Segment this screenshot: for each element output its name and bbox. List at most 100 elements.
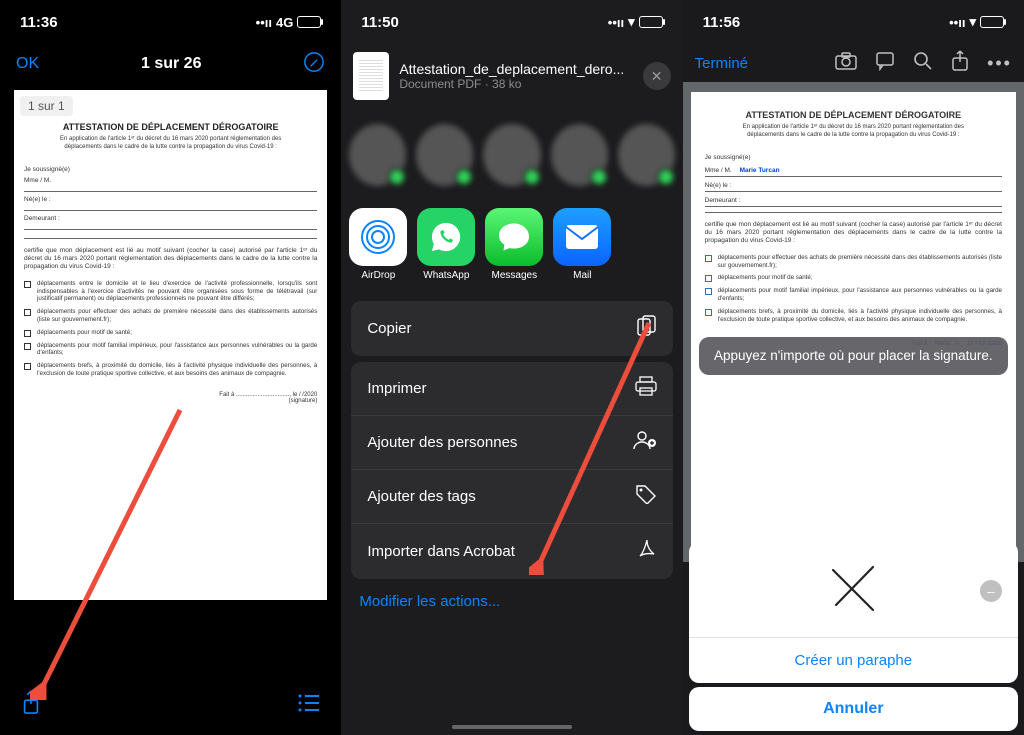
- create-paraph-button[interactable]: Créer un paraphe: [689, 638, 1018, 683]
- signal-icon: ••ıı: [949, 15, 965, 30]
- nav-bar: OK 1 sur 26: [0, 44, 341, 84]
- checkbox-row: déplacements pour effectuer des achats d…: [24, 308, 317, 324]
- apps-row: AirDrop WhatsApp Messages Mail: [341, 202, 682, 295]
- checkbox-icon: [24, 309, 31, 316]
- contact-avatar[interactable]: [551, 124, 608, 186]
- status-bar: 11:36 ••ıı 4G: [0, 0, 341, 44]
- app-messages[interactable]: Messages: [485, 208, 543, 281]
- share-header: Attestation_de_deplacement_dero... Docum…: [341, 44, 682, 108]
- field-sign: Je soussigné(e): [24, 166, 317, 173]
- app-mail[interactable]: Mail: [553, 208, 611, 281]
- checkbox-row: déplacements brefs, à proximité du domic…: [24, 362, 317, 378]
- checkbox-icon: [705, 255, 712, 262]
- checkbox-icon: [705, 288, 712, 295]
- search-icon[interactable]: [913, 51, 933, 76]
- checkbox-icon: [705, 309, 712, 316]
- field-born: Né(e) le :: [24, 196, 317, 203]
- checkbox-row: déplacements pour motif familial impérie…: [24, 342, 317, 358]
- checkbox-row[interactable]: déplacements pour effectuer des achats d…: [705, 254, 1002, 270]
- close-icon[interactable]: ✕: [643, 62, 671, 90]
- airdrop-icon: [349, 208, 407, 266]
- status-bar: 11:56 ••ıı ▾: [683, 0, 1024, 44]
- document-page[interactable]: ATTESTATION DE DÉPLACEMENT DÉROGATOIRE E…: [691, 92, 1016, 552]
- document-viewport[interactable]: ATTESTATION DE DÉPLACEMENT DÉROGATOIRE E…: [683, 82, 1024, 562]
- file-meta: Document PDF · 38 ko: [399, 77, 632, 91]
- contact-avatar[interactable]: [618, 124, 675, 186]
- doc-subtitle: En application de l'article 1ᵉʳ du décre…: [24, 136, 317, 162]
- contact-avatar[interactable]: [349, 124, 406, 186]
- signature-hint-toast: Appuyez n'importe où pour placer la sign…: [699, 337, 1008, 375]
- battery-icon: [297, 16, 321, 28]
- field-sign: Je soussigné(e): [705, 154, 1002, 161]
- checkbox-icon: [705, 275, 712, 282]
- copy-icon: [637, 315, 657, 342]
- checkbox-icon: [24, 363, 31, 370]
- checkbox-icon: [24, 281, 31, 288]
- field-name: Mme / M.: [24, 177, 317, 184]
- checkbox-row: déplacements pour motif de santé;: [24, 329, 317, 337]
- status-right: ••ıı ▾: [608, 14, 663, 30]
- checkbox-icon: [24, 330, 31, 337]
- more-icon[interactable]: •••: [987, 53, 1012, 74]
- field-addr: Demeurant :: [24, 215, 317, 222]
- action-group: Copier: [351, 301, 672, 356]
- signature-panel: – Créer un paraphe: [689, 542, 1018, 683]
- signature-preview[interactable]: –: [689, 542, 1018, 638]
- field-name: Mme / M.: [705, 167, 732, 174]
- messages-icon: [485, 208, 543, 266]
- page-badge: 1 sur 1: [20, 96, 73, 116]
- status-right: ••ıı 4G: [256, 15, 322, 30]
- action-add-tags[interactable]: Ajouter des tags: [351, 470, 672, 524]
- status-right: ••ıı ▾: [949, 14, 1004, 30]
- signature-mark: [818, 555, 888, 625]
- doc-certify: certifie que mon déplacement est lié au …: [24, 247, 317, 272]
- doc-subtitle: En application de l'article 1ᵉʳ du décre…: [705, 124, 1002, 150]
- modify-actions-link[interactable]: Modifier les actions...: [341, 579, 682, 624]
- action-add-people[interactable]: Ajouter des personnes: [351, 416, 672, 470]
- wifi-icon: ▾: [969, 14, 976, 30]
- tag-icon: [635, 484, 657, 509]
- status-time: 11:50: [361, 14, 399, 31]
- app-whatsapp[interactable]: WhatsApp: [417, 208, 475, 281]
- contact-avatar[interactable]: [416, 124, 473, 186]
- battery-icon: [980, 16, 1004, 28]
- status-time: 11:56: [703, 14, 741, 31]
- checkbox-row[interactable]: déplacements pour motif de santé;: [705, 274, 1002, 282]
- list-icon[interactable]: [297, 693, 321, 718]
- signal-icon: ••ıı: [256, 15, 272, 30]
- filled-name[interactable]: Marie Turcan: [734, 167, 780, 174]
- network-label: 4G: [276, 15, 293, 30]
- add-people-icon: [633, 430, 657, 455]
- status-time: 11:36: [20, 14, 58, 31]
- doc-footer: Fait à ................................,…: [24, 392, 317, 404]
- camera-icon[interactable]: [835, 52, 857, 75]
- document-thumbnail: [353, 52, 389, 100]
- nav-bar: Terminé •••: [683, 44, 1024, 82]
- markup-icon[interactable]: [303, 51, 325, 78]
- app-airdrop[interactable]: AirDrop: [349, 208, 407, 281]
- checkbox-row[interactable]: déplacements brefs, à proximité du domic…: [705, 308, 1002, 324]
- home-indicator[interactable]: [452, 725, 572, 729]
- cancel-button[interactable]: Annuler: [689, 687, 1018, 731]
- checkbox-row[interactable]: déplacements pour motif familial impérie…: [705, 287, 1002, 303]
- printer-icon: [635, 376, 657, 401]
- done-button[interactable]: Terminé: [695, 55, 748, 72]
- checkbox-row: déplacements entre le domicile et le lie…: [24, 280, 317, 303]
- status-bar: 11:50 ••ıı ▾: [341, 0, 682, 44]
- share-icon[interactable]: [20, 689, 42, 722]
- share-icon[interactable]: [951, 50, 969, 77]
- action-print[interactable]: Imprimer: [351, 362, 672, 416]
- contact-avatar[interactable]: [483, 124, 540, 186]
- comment-icon[interactable]: [875, 51, 895, 76]
- doc-title: ATTESTATION DE DÉPLACEMENT DÉROGATOIRE: [24, 122, 317, 132]
- doc-certify: certifie que mon déplacement est lié au …: [705, 221, 1002, 246]
- action-import-acrobat[interactable]: Importer dans Acrobat: [351, 524, 672, 579]
- delete-signature-icon[interactable]: –: [980, 580, 1002, 602]
- action-copy[interactable]: Copier: [351, 301, 672, 356]
- document-page[interactable]: 1 sur 1 ATTESTATION DE DÉPLACEMENT DÉROG…: [14, 90, 327, 600]
- acrobat-icon: [637, 538, 657, 565]
- ok-button[interactable]: OK: [16, 55, 39, 73]
- action-group: Imprimer Ajouter des personnes Ajouter d…: [351, 362, 672, 579]
- field-addr: Demeurant :: [705, 197, 1002, 204]
- wifi-icon: ▾: [628, 14, 635, 30]
